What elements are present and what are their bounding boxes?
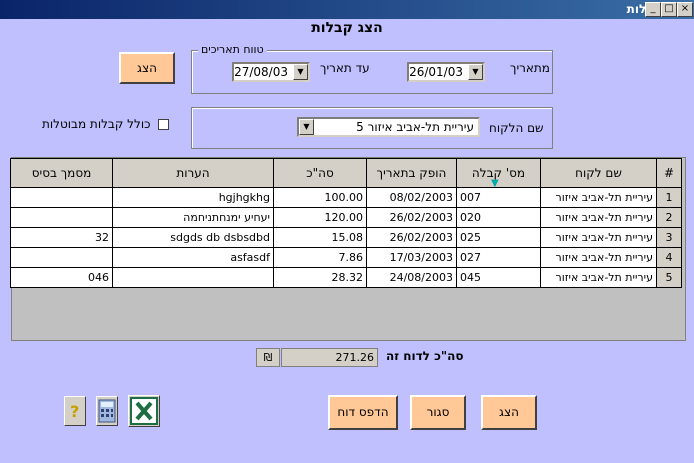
close-window-button[interactable]: × [677,2,693,17]
page-title: הצג קבלות [311,20,383,36]
header-receipt-no[interactable]: מס' קבלה ▼ [456,158,541,188]
cell-notes[interactable]: sdgds db dsbsdbd [112,227,274,248]
header-total[interactable]: סה"כ [273,158,367,188]
cell-issued-date[interactable]: 26/02/2003 [366,207,457,228]
cell-issued-date[interactable]: 17/03/2003 [366,247,457,268]
calculator-button[interactable] [96,396,118,426]
cell-rownum: 3 [656,227,682,248]
calculator-icon [98,399,116,423]
to-date-value: 27/08/03 [234,65,288,79]
excel-icon [130,397,158,425]
cell-base-doc[interactable] [10,207,113,228]
report-total-label: סה"כ לדוח זה [386,349,464,363]
header-base-doc[interactable]: מסמך בסיס [10,158,113,188]
show-button[interactable]: הצג [481,395,537,430]
title-bar: דוח קבלות _ □ × [0,0,694,19]
from-date-combo[interactable]: 26/01/03 ▼ [407,62,485,82]
date-range-group: טווח תאריכים מתאריך 26/01/03 ▼ עד תאריך … [191,43,553,94]
customer-label: שם הלקוח [489,121,544,135]
cell-total[interactable]: 15.08 [273,227,367,248]
customer-group: שם הלקוח עיריית תל-אביב איזור 5 ▼ [191,107,553,149]
report-total-value: 271.26 [281,348,378,367]
cell-notes[interactable]: יעחיע ימנחתניחמה [112,207,274,228]
date-range-legend: טווח תאריכים [198,43,267,56]
include-cancelled-checkbox[interactable] [158,119,169,130]
cell-notes[interactable]: asfasdf [112,247,274,268]
header-customer-name[interactable]: שם לקוח [540,158,657,188]
cell-total[interactable]: 100.00 [273,187,367,208]
maximize-button[interactable]: □ [661,2,677,17]
cell-customer-name[interactable]: עיריית תל-אביב איזור [540,187,657,208]
cell-issued-date[interactable]: 26/02/2003 [366,227,457,248]
cell-receipt-no[interactable]: 045 [456,267,541,288]
cell-customer-name[interactable]: עיריית תל-אביב איזור [540,267,657,288]
table-row[interactable]: asfasdf 7.86 17/03/2003 027 עיריית תל-אביב א… [10,247,682,268]
header-rownum: # [656,158,682,188]
cell-rownum: 2 [656,207,682,228]
include-cancelled-label: כולל קבלות מבוטלות [42,117,151,131]
to-date-combo[interactable]: 27/08/03 ▼ [232,62,310,82]
cell-total[interactable]: 120.00 [273,207,367,228]
to-date-label: עד תאריך [320,61,370,75]
help-button[interactable]: ? [64,396,86,426]
cell-receipt-no[interactable]: 020 [456,207,541,228]
excel-export-button[interactable] [128,395,160,427]
cell-customer-name[interactable]: עיריית תל-אביב איזור [540,207,657,228]
cell-notes[interactable]: hgjhgkhg [112,187,274,208]
cell-receipt-no[interactable]: 027 [456,247,541,268]
cell-rownum: 4 [656,247,682,268]
receipts-table: מסמך בסיס הערות סה"כ הופק בתאריך מס' קבל… [10,158,682,288]
cell-issued-date[interactable]: 24/08/2003 [366,267,457,288]
table-row[interactable]: 046 28.32 24/08/2003 045 עיריית תל-אביב איזו… [10,267,682,288]
header-issued-date[interactable]: הופק בתאריך [366,158,457,188]
cell-base-doc[interactable]: 32 [10,227,113,248]
header-notes[interactable]: הערות [112,158,274,188]
cell-rownum: 1 [656,187,682,208]
chevron-down-icon[interactable]: ▼ [293,64,308,80]
cell-customer-name[interactable]: עיריית תל-אביב איזור [540,247,657,268]
cell-customer-name[interactable]: עיריית תל-אביב איזור [540,227,657,248]
chevron-down-icon[interactable]: ▼ [299,119,314,135]
cell-receipt-no[interactable]: 025 [456,227,541,248]
table-row[interactable]: יעחיע ימנחתניחמה 120.00 26/02/2003 020 עיריי… [10,207,682,228]
cell-base-doc[interactable]: 046 [10,267,113,288]
close-button[interactable]: סגור [410,395,466,430]
cell-base-doc[interactable] [10,187,113,208]
currency-symbol: ₪ [256,348,280,367]
cell-notes[interactable] [112,267,274,288]
cell-total[interactable]: 28.32 [273,267,367,288]
minimize-button[interactable]: _ [645,2,661,17]
table-row[interactable]: 32 sdgds db dsbsdbd 15.08 26/02/2003 025 עירי… [10,227,682,248]
cell-issued-date[interactable]: 08/02/2003 [366,187,457,208]
from-date-label: מתאריך [510,61,550,75]
show-button-top[interactable]: הצג [119,52,175,84]
cell-base-doc[interactable] [10,247,113,268]
svg-text:?: ? [70,402,79,421]
help-icon: ? [70,402,79,421]
cell-receipt-no[interactable]: 007 [456,187,541,208]
cell-rownum: 5 [656,267,682,288]
print-report-button[interactable]: הדפס דוח [328,395,398,430]
table-row[interactable]: hgjhgkhg 100.00 08/02/2003 007 עיריית תל-אבי… [10,187,682,208]
chevron-down-icon[interactable]: ▼ [468,64,483,80]
receipts-grid[interactable]: מסמך בסיס הערות סה"כ הופק בתאריך מס' קבל… [10,157,686,341]
from-date-value: 26/01/03 [409,65,463,79]
customer-combo[interactable]: עיריית תל-אביב איזור 5 ▼ [297,117,480,137]
cell-total[interactable]: 7.86 [273,247,367,268]
customer-value: עיריית תל-אביב איזור 5 [356,120,474,134]
sort-arrow-icon: ▼ [491,178,499,188]
